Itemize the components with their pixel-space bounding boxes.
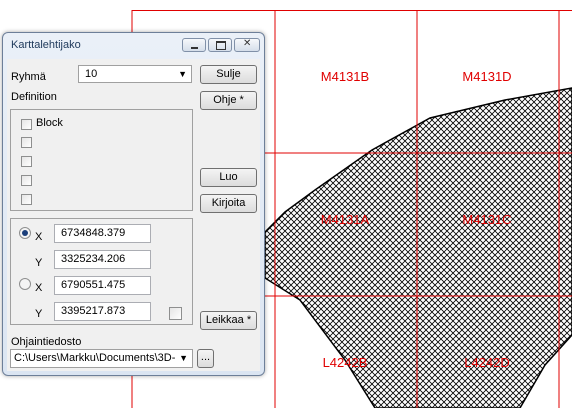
coordinates-checkbox[interactable] — [169, 307, 182, 320]
sheet-label: L4242D — [464, 355, 510, 370]
x2-label: X — [35, 282, 43, 294]
group-select[interactable]: 10 ▼ — [78, 65, 192, 83]
clip-button[interactable]: Leikkaa * — [200, 311, 257, 330]
maximize-icon[interactable] — [208, 38, 232, 52]
dialog-title: Karttalehtijako — [11, 39, 81, 51]
y1-label: Y — [35, 257, 43, 269]
control-file-select[interactable]: C:\Users\Markku\Documents\3D- ▼ — [10, 349, 193, 368]
x2-field[interactable]: 6790551.475 — [54, 276, 151, 295]
definition-label: Definition — [11, 91, 57, 103]
y2-label: Y — [35, 308, 43, 320]
close-button[interactable]: Sulje — [200, 65, 257, 84]
sheet-label: M4131C — [462, 212, 511, 227]
create-button[interactable]: Luo — [200, 168, 257, 187]
sheet-label: M4131B — [321, 69, 369, 84]
definition-group: Block — [10, 109, 193, 211]
map-sheet-dialog[interactable]: Karttalehtijako Ryhmä 10 ▼ Sulje Definit… — [2, 32, 265, 376]
close-icon[interactable] — [234, 38, 260, 52]
control-file-label: Ohjaintiedosto — [11, 336, 82, 348]
dialog-client: Ryhmä 10 ▼ Sulje Definition Ohje * Block… — [7, 59, 260, 371]
help-button[interactable]: Ohje * — [200, 91, 257, 110]
browse-button[interactable]: ... — [197, 349, 214, 368]
y2-field[interactable]: 3395217.873 — [54, 302, 151, 321]
sheet-label: M4131D — [462, 69, 511, 84]
x1-field[interactable]: 6734848.379 — [54, 224, 151, 243]
x1-label: X — [35, 231, 43, 243]
definition-checkbox[interactable] — [21, 137, 32, 148]
hatched-area — [264, 87, 572, 408]
definition-checkbox[interactable] — [21, 194, 32, 205]
group-label: Ryhmä — [11, 71, 46, 83]
chevron-down-icon: ▼ — [178, 69, 187, 79]
control-file-value: C:\Users\Markku\Documents\3D- — [14, 352, 176, 364]
corner1-radio[interactable] — [19, 227, 31, 239]
y1-field[interactable]: 3325234.206 — [54, 250, 151, 269]
minimize-icon[interactable] — [182, 38, 206, 52]
block-label: Block — [36, 117, 63, 129]
sheet-label: M4131A — [321, 212, 370, 227]
chevron-down-icon: ▼ — [179, 353, 188, 363]
write-button[interactable]: Kirjoita — [200, 194, 257, 213]
definition-checkbox[interactable] — [21, 156, 32, 167]
definition-checkbox[interactable] — [21, 175, 32, 186]
corner2-radio[interactable] — [19, 278, 31, 290]
group-select-value: 10 — [85, 68, 98, 80]
block-checkbox[interactable] — [21, 119, 32, 130]
sheet-label: L4242B — [323, 355, 368, 370]
coordinates-group: X 6734848.379 Y 3325234.206 X 6790551.47… — [10, 218, 193, 325]
